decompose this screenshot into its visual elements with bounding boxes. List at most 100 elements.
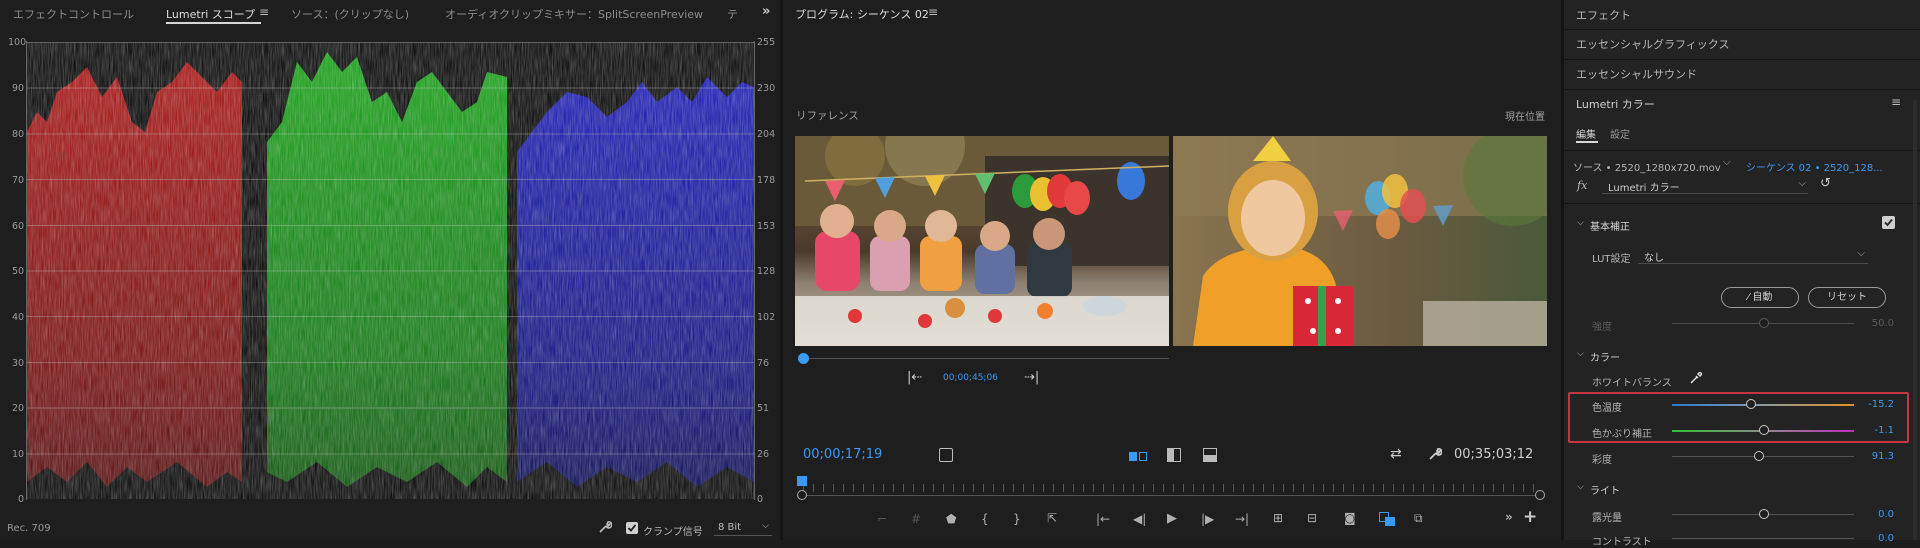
camera-icon[interactable]: ◙: [1344, 511, 1356, 525]
left-tick: 20: [12, 403, 25, 414]
clamp-signal-label: クランプ信号: [643, 527, 703, 538]
panel-menu-icon[interactable]: ≡: [928, 5, 938, 19]
auto-button[interactable]: ⁄ 自動: [1721, 287, 1799, 308]
panel-scrollbar[interactable]: [1913, 100, 1917, 540]
go-to-out-point-icon[interactable]: →|: [1235, 512, 1249, 526]
lut-label: LUT設定: [1592, 254, 1631, 265]
fx-icon[interactable]: fx: [1577, 179, 1587, 192]
chevron-down-icon[interactable]: ⌵: [1577, 349, 1584, 359]
reset-button[interactable]: リセット: [1808, 287, 1886, 308]
tab-audio-clip-mixer[interactable]: オーディオクリップミキサー：SplitScreenPreview: [445, 6, 703, 22]
side-by-side-icon[interactable]: [1129, 452, 1147, 461]
basic-correction-header[interactable]: 基本補正: [1590, 218, 1630, 233]
left-tick: 70: [12, 175, 25, 186]
lumetri-scopes-panel: エフェクトコントロール Lumetri スコープ ≡ ソース：(クリップなし) …: [0, 0, 780, 540]
scope-frame-right: [754, 41, 755, 500]
strength-slider-thumb[interactable]: [1759, 318, 1769, 328]
tab-source[interactable]: ソース：(クリップなし): [291, 6, 409, 22]
tab-effect-controls[interactable]: エフェクトコントロール: [13, 6, 134, 22]
sequence-clip-label[interactable]: シーケンス 02 • 2520_128...: [1746, 159, 1883, 174]
basic-correction-enable-checkbox[interactable]: [1882, 216, 1895, 229]
temperature-slider-thumb[interactable]: [1746, 399, 1756, 409]
tabs-overflow-icon[interactable]: »: [762, 4, 770, 19]
wrench-icon[interactable]: [598, 520, 613, 534]
reference-scrubber-track[interactable]: [803, 358, 1169, 359]
strength-value[interactable]: 50.0: [1854, 318, 1894, 329]
tab-edit[interactable]: 編集: [1576, 126, 1596, 141]
reset-effect-icon[interactable]: ↺: [1820, 176, 1831, 191]
timeline-ruler[interactable]: [803, 484, 1543, 492]
zoom-handle-right[interactable]: [1535, 490, 1545, 500]
add-marker-icon-dim[interactable]: ⌐: [877, 512, 887, 526]
zoom-handle-left[interactable]: [797, 490, 807, 500]
contrast-slider-track[interactable]: [1672, 538, 1854, 539]
current-timecode[interactable]: 00;00;17;19: [803, 447, 882, 462]
lumetri-color-panel: エフェクト エッセンシャルグラフィックス エッセンシャルサウンド Lumetri…: [1564, 0, 1920, 548]
section-essential-graphics[interactable]: エッセンシャルグラフィックス: [1576, 36, 1729, 52]
source-clip-label[interactable]: ソース • 2520_1280x720.mov: [1573, 159, 1721, 174]
playhead-marker[interactable]: [797, 476, 807, 486]
eyedropper-icon[interactable]: [1689, 371, 1703, 385]
saturation-value[interactable]: 91.3: [1854, 451, 1894, 462]
proxy-toggle-icon[interactable]: ⧉: [1414, 511, 1423, 526]
chevron-down-icon: ⌵: [1857, 248, 1865, 259]
step-back-icon[interactable]: ◀|: [1133, 512, 1146, 526]
overflow-chevron-icon[interactable]: »: [1505, 510, 1513, 524]
panel-menu-icon[interactable]: ≡: [259, 5, 269, 19]
temperature-label: 色温度: [1592, 403, 1622, 414]
right-tick: 204: [757, 129, 776, 140]
zoom-scrollbar-track[interactable]: [803, 495, 1543, 496]
mark-in-icon[interactable]: {: [981, 512, 989, 526]
go-to-in-icon[interactable]: |⇠: [907, 370, 922, 385]
reference-playhead[interactable]: [798, 353, 809, 364]
comparison-view-button[interactable]: [1379, 512, 1395, 526]
color-section-header[interactable]: カラー: [1590, 349, 1620, 364]
export-frame-icon[interactable]: ⇱: [1047, 511, 1057, 525]
tab-settings[interactable]: 設定: [1610, 126, 1630, 141]
lut-dropdown[interactable]: なし ⌵: [1638, 247, 1868, 264]
extract-icon[interactable]: ⊟: [1307, 511, 1317, 525]
bit-depth-dropdown[interactable]: 8 Bit ⌵: [714, 520, 772, 536]
effect-select-dropdown[interactable]: Lumetri カラー ⌵: [1602, 177, 1808, 194]
chevron-down-icon[interactable]: ⌵: [1577, 218, 1584, 228]
temperature-slider-track[interactable]: [1672, 404, 1854, 406]
comparison-view-icon[interactable]: [939, 448, 953, 462]
contrast-value[interactable]: 0.0: [1854, 533, 1894, 544]
right-tick: 102: [757, 312, 776, 323]
section-effects[interactable]: エフェクト: [1576, 7, 1631, 23]
saturation-slider-thumb[interactable]: [1754, 451, 1764, 461]
section-divider: [1564, 29, 1920, 30]
tab-overflow[interactable]: テ: [727, 6, 738, 22]
light-section-header[interactable]: ライト: [1590, 482, 1620, 497]
marker-icon[interactable]: ⬟: [946, 512, 956, 526]
tab-lumetri-scopes[interactable]: Lumetri スコープ: [166, 6, 255, 22]
exposure-slider-thumb[interactable]: [1759, 509, 1769, 519]
right-tick: 51: [757, 403, 770, 414]
step-forward-icon[interactable]: |▶: [1201, 512, 1214, 526]
go-to-out-icon[interactable]: ⇢|: [1024, 370, 1039, 385]
swap-sides-icon[interactable]: ⇄: [1390, 446, 1402, 462]
effect-select-value: Lumetri カラー: [1608, 183, 1680, 194]
section-essential-sound[interactable]: エッセンシャルサウンド: [1576, 66, 1697, 82]
chevron-down-icon[interactable]: ⌵: [1723, 157, 1731, 168]
tint-value[interactable]: -1.1: [1854, 425, 1894, 436]
chevron-down-icon: ⌵: [1798, 178, 1806, 189]
grid-icon-dim[interactable]: #: [911, 512, 921, 526]
temperature-value[interactable]: -15.2: [1854, 399, 1894, 410]
panel-menu-icon[interactable]: ≡: [1891, 95, 1901, 109]
left-tick: 60: [12, 221, 25, 232]
wrench-icon[interactable]: [1428, 447, 1443, 461]
go-to-in-point-icon[interactable]: |←: [1096, 512, 1110, 526]
mark-out-icon[interactable]: }: [1013, 512, 1021, 526]
clamp-signal-checkbox[interactable]: [626, 522, 638, 534]
lift-icon[interactable]: ⊞: [1273, 511, 1283, 525]
vertical-split-icon[interactable]: [1167, 448, 1181, 462]
chevron-down-icon[interactable]: ⌵: [1577, 482, 1584, 492]
right-tick: 26: [757, 449, 770, 460]
exposure-value[interactable]: 0.0: [1854, 509, 1894, 520]
reset-button-label: リセット: [1827, 292, 1867, 303]
tint-slider-thumb[interactable]: [1759, 425, 1769, 435]
play-icon[interactable]: ▶: [1167, 511, 1177, 526]
add-button-icon[interactable]: +: [1523, 507, 1537, 527]
horizontal-split-icon[interactable]: [1203, 448, 1217, 462]
